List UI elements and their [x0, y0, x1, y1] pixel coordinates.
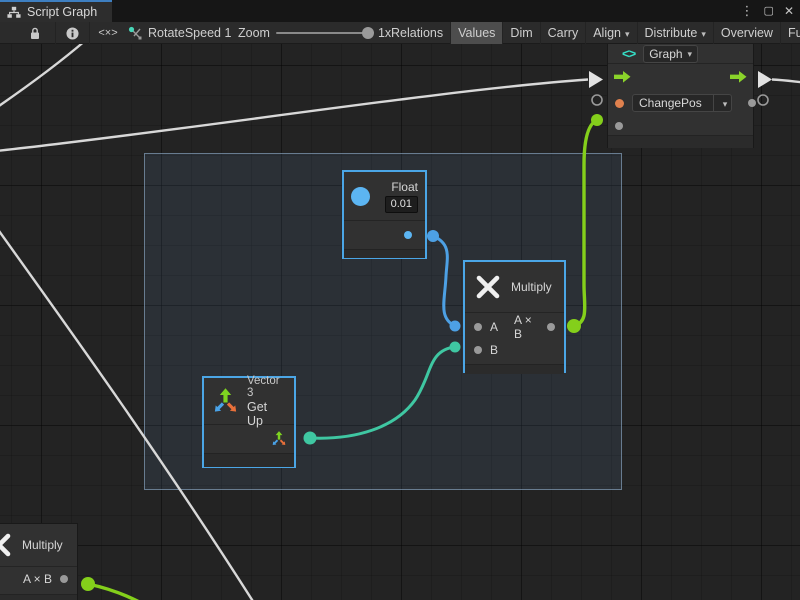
wire-white-from-graph-output[interactable]	[772, 80, 800, 83]
zoom-slider[interactable]	[276, 32, 372, 34]
float-node-title: Float	[391, 180, 418, 194]
wire-multiply-to-changepos[interactable]	[574, 120, 597, 326]
wire-teal-start-dot[interactable]	[304, 432, 317, 445]
chevron-down-icon: ▾	[625, 29, 630, 40]
float-output-port[interactable]	[404, 231, 412, 239]
wire-white-topleft[interactable]	[0, 40, 86, 108]
button-relations[interactable]: Relations	[384, 22, 451, 44]
graph-output-ghost-port[interactable]	[758, 95, 768, 105]
multiply-icon	[0, 532, 12, 558]
tab-title: Script Graph	[27, 5, 97, 19]
chevron-down-icon: ▾	[701, 29, 706, 40]
info-button[interactable]	[56, 22, 90, 44]
wire-blue-start-dot[interactable]	[427, 230, 439, 242]
wire-green2-start-dot[interactable]	[81, 577, 95, 591]
multiply-node-title: Multiply	[511, 280, 552, 294]
chevron-down-icon: ▾	[688, 49, 693, 60]
multiply-input-a-label: A	[490, 320, 498, 334]
window-controls: ⋮ ▢ ✕	[741, 0, 794, 22]
chevron-down-icon: ▾	[719, 99, 732, 110]
vector3-axis-icon	[212, 388, 239, 415]
multiply-input-b-port[interactable]	[474, 346, 482, 354]
tab-script-graph[interactable]: Script Graph	[0, 0, 112, 22]
multiply-node-2[interactable]: Multiply A A × B	[0, 523, 78, 600]
graph-dropdown[interactable]: Graph ▾	[643, 45, 698, 63]
wire-multiply2-output[interactable]	[88, 584, 152, 600]
wire-getup-to-multiply-b[interactable]	[310, 347, 455, 438]
vector3-node-title: Get Up	[247, 400, 286, 428]
code-view-button[interactable]: <×>	[90, 22, 126, 44]
graph-asset-icon	[128, 26, 143, 40]
script-graph-icon	[7, 6, 21, 19]
button-fullscreen[interactable]: Full Screen	[781, 22, 800, 44]
titlebar: Script Graph ⋮ ▢ ✕	[0, 0, 800, 22]
breadcrumb[interactable]: RotateSpeed 1	[148, 26, 231, 40]
code-view-icon: <×>	[98, 27, 117, 39]
float-node[interactable]: Float 0.01	[342, 170, 427, 259]
graph-input-ghost-port[interactable]	[592, 95, 602, 105]
wire-float-to-multiply-a[interactable]	[433, 236, 455, 326]
lock-icon	[29, 27, 41, 40]
wire-teal-end-dot[interactable]	[450, 342, 461, 353]
flow-input-arrow[interactable]	[614, 71, 631, 83]
graph-extra-input-port[interactable]	[615, 122, 623, 130]
info-icon	[66, 27, 79, 40]
zoom-slider-handle[interactable]	[362, 27, 374, 39]
multiply-input-b-label: B	[490, 343, 498, 357]
vector3-output-port[interactable]	[271, 431, 287, 447]
code-brackets-icon: <>	[622, 46, 635, 61]
button-align[interactable]: Align▾	[586, 22, 637, 44]
graph-toolbar: <×> RotateSpeed 1 Zoom 1x Relations Valu…	[0, 22, 800, 44]
multiply-node[interactable]: Multiply A A × B B	[463, 260, 566, 373]
unity-script-graph-window: Script Graph ⋮ ▢ ✕	[0, 0, 800, 600]
close-icon[interactable]: ✕	[784, 0, 794, 22]
multiply-input-a-port[interactable]	[474, 323, 482, 331]
float-icon	[351, 187, 370, 206]
wire-green-end-dot[interactable]	[591, 114, 603, 126]
button-dim[interactable]: Dim	[503, 22, 540, 44]
button-overview[interactable]: Overview	[714, 22, 781, 44]
graph-input-arrow[interactable]	[589, 71, 603, 88]
graph-output-arrow[interactable]	[758, 71, 772, 88]
maximize-icon[interactable]: ▢	[764, 0, 774, 22]
wire-blue-end-dot[interactable]	[450, 321, 461, 332]
graph-canvas[interactable]: Float 0.01 Multiply A A × B	[0, 44, 800, 600]
wire-green-start-dot[interactable]	[567, 319, 581, 333]
window-menu-icon[interactable]: ⋮	[741, 0, 754, 22]
multiply2-output-label: A × B	[23, 572, 52, 586]
changepos-dropdown[interactable]: ChangePos ▾	[632, 94, 732, 112]
float-value-input[interactable]: 0.01	[385, 196, 418, 213]
button-values[interactable]: Values	[451, 22, 503, 44]
changepos-input-port[interactable]	[615, 99, 624, 108]
vector3-getup-node[interactable]: Vector 3 Get Up	[202, 376, 296, 468]
lock-button[interactable]	[14, 22, 56, 44]
button-distribute[interactable]: Distribute▾	[638, 22, 714, 44]
multiply-output-label: A × B	[514, 313, 539, 341]
wire-white-to-graph-input[interactable]	[0, 80, 588, 152]
multiply2-node-title: Multiply	[22, 538, 63, 552]
multiply2-output-port[interactable]	[60, 575, 68, 583]
multiply-output-port[interactable]	[547, 323, 555, 331]
multiply-icon	[475, 274, 501, 300]
zoom-label: Zoom	[238, 26, 270, 40]
vector3-type-label: Vector 3	[247, 375, 286, 399]
button-carry[interactable]: Carry	[541, 22, 587, 44]
flow-output-arrow[interactable]	[730, 71, 747, 83]
graph-unit-node[interactable]: <> Graph ▾ ChangePos	[607, 43, 754, 148]
